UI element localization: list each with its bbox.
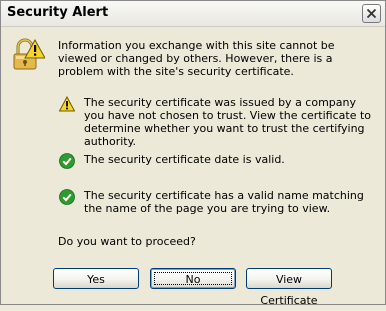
- security-alert-dialog: Security Alert Information you exchange …: [0, 0, 386, 307]
- yes-button[interactable]: Yes: [53, 268, 139, 289]
- view-certificate-button[interactable]: View Certificate: [246, 268, 332, 307]
- view-certificate-button-label: View Certificate: [260, 273, 318, 307]
- close-icon: [366, 8, 377, 19]
- name-valid-item-text: The security certificate has a valid nam…: [84, 189, 364, 215]
- warning-icon: [59, 96, 75, 112]
- checkmark-icon: [59, 153, 75, 169]
- no-button[interactable]: No: [150, 268, 236, 289]
- close-button[interactable]: [362, 4, 381, 23]
- yes-button-label: Yes: [87, 273, 105, 286]
- checkmark-icon: [59, 189, 75, 205]
- proceed-question: Do you want to proceed?: [58, 235, 196, 248]
- lock-warning-icon: [13, 38, 45, 70]
- no-button-label: No: [185, 273, 201, 286]
- date-valid-item-text: The security certificate date is valid.: [84, 153, 285, 166]
- warning-item-text: The security certificate was issued by a…: [84, 96, 371, 148]
- window-title: Security Alert: [7, 5, 109, 20]
- title-bar[interactable]: Security Alert: [1, 1, 385, 27]
- intro-text: Information you exchange with this site …: [58, 39, 335, 78]
